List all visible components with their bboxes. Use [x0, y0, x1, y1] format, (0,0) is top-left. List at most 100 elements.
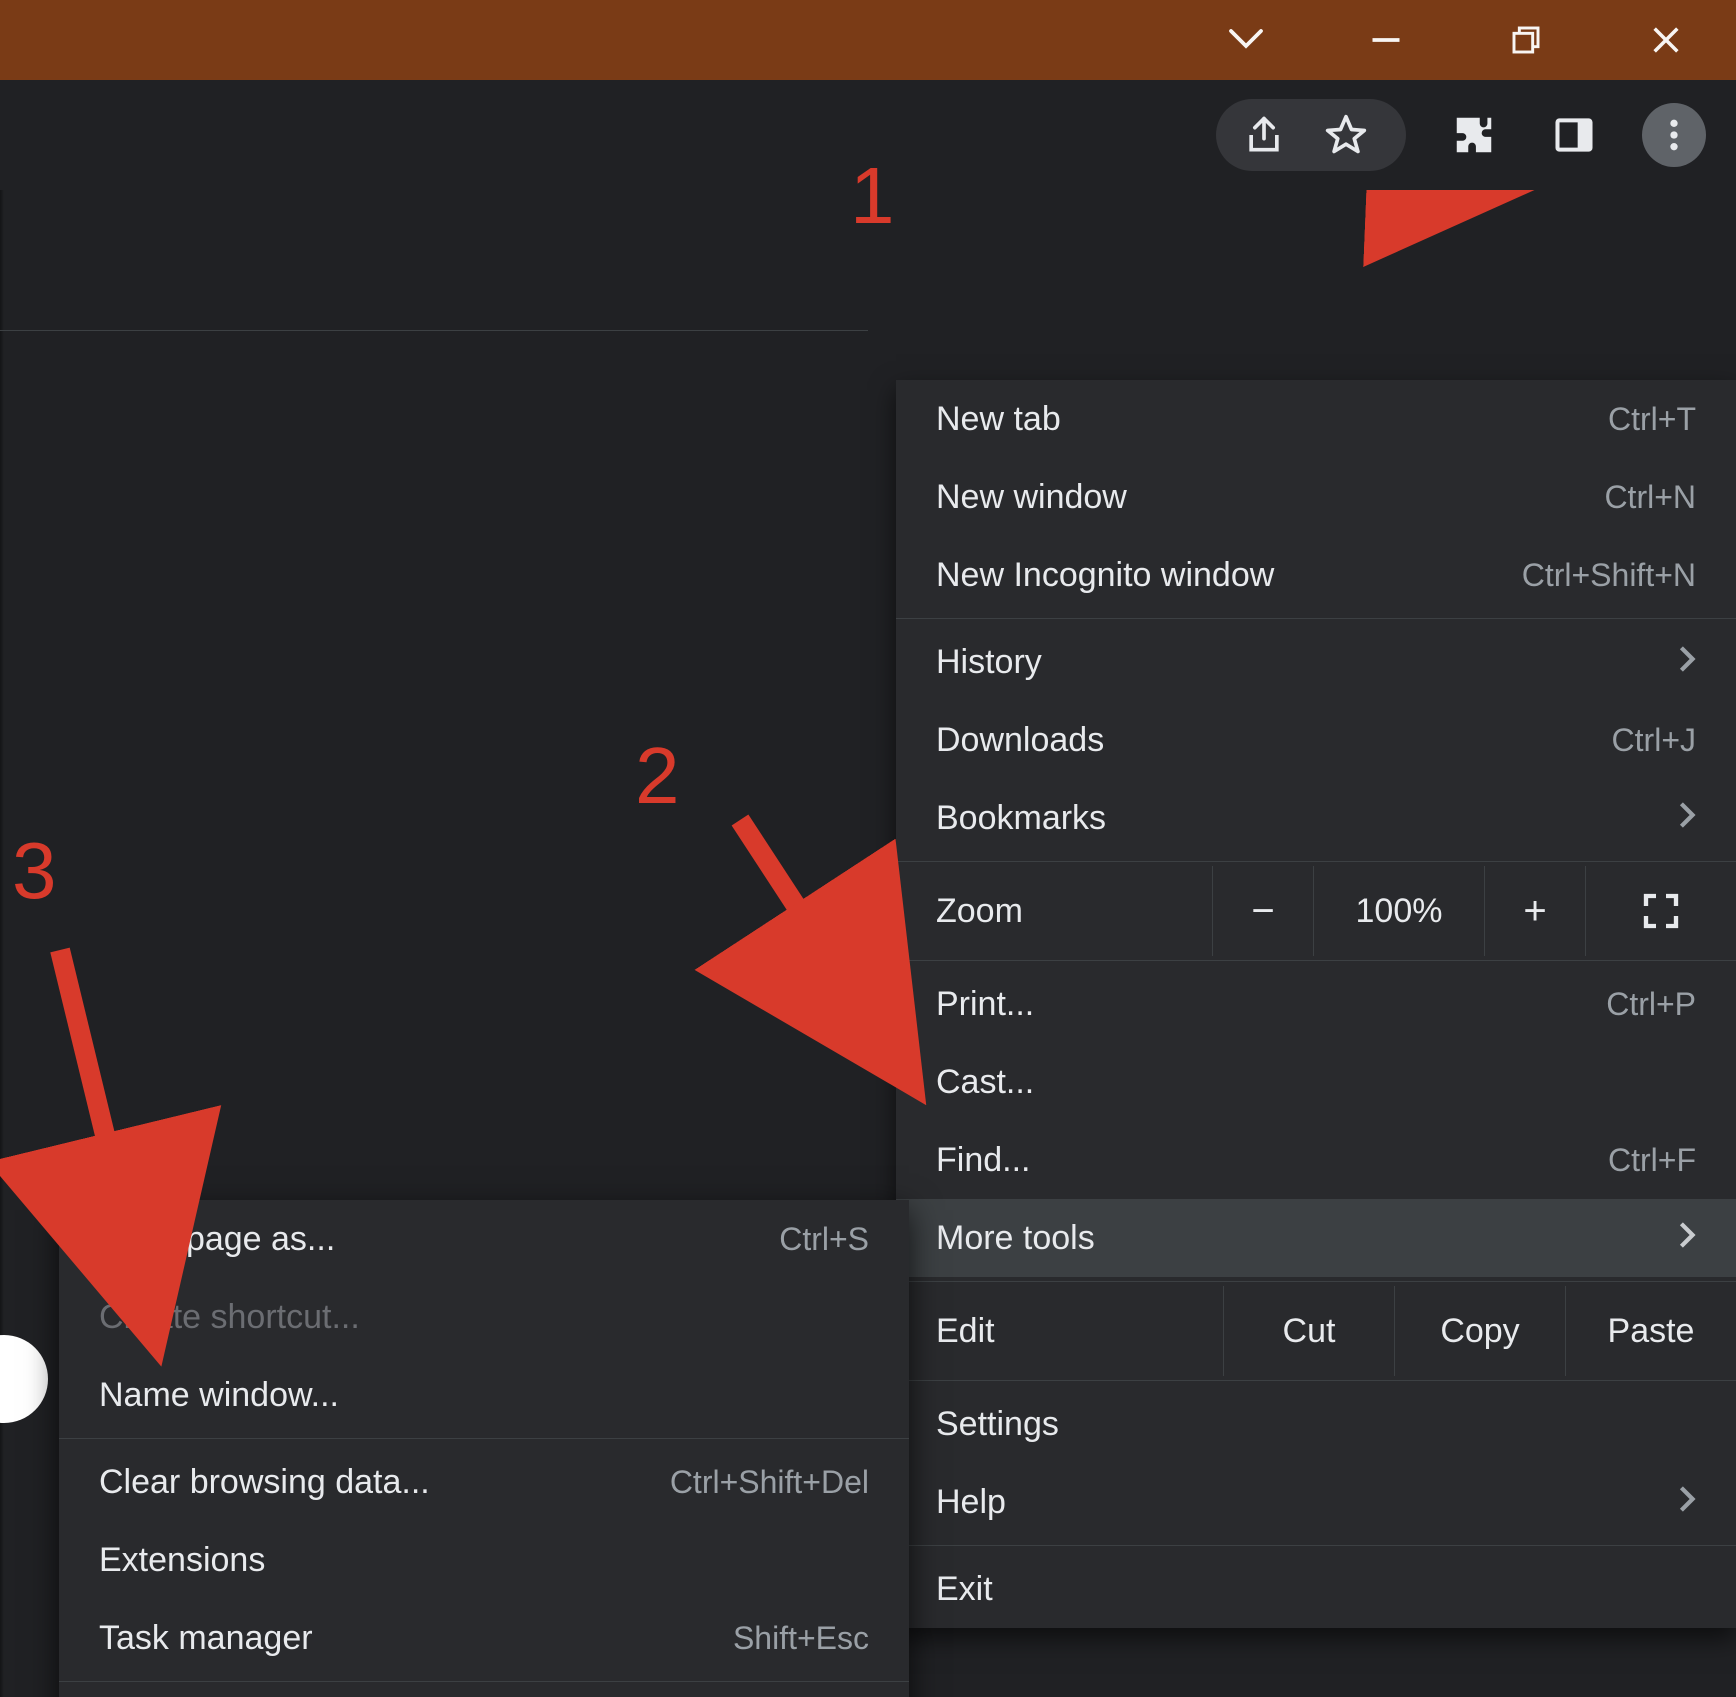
omnibox-actions: [1216, 99, 1406, 171]
menu-edit-row: Edit Cut Copy Paste: [896, 1286, 1736, 1376]
menu-cast[interactable]: Cast...: [896, 1043, 1736, 1121]
menu-item-label: Settings: [936, 1405, 1696, 1444]
dots-vertical-icon: [1654, 115, 1694, 155]
menu-history[interactable]: History: [896, 623, 1736, 701]
submenu-create-shortcut: Create shortcut...: [59, 1278, 909, 1356]
menu-item-shortcut: Ctrl+T: [1608, 401, 1696, 438]
menu-item-label: More tools: [936, 1219, 1678, 1258]
menu-item-label: Create shortcut...: [99, 1298, 869, 1337]
menu-separator: [896, 1380, 1736, 1381]
menu-item-label: Downloads: [936, 721, 1612, 760]
menu-item-shortcut: Ctrl+Shift+N: [1522, 557, 1696, 594]
annotation-number-3: 3: [12, 825, 57, 917]
maximize-button[interactable]: [1456, 0, 1596, 80]
close-window-button[interactable]: [1596, 0, 1736, 80]
chrome-main-menu: New tab Ctrl+T New window Ctrl+N New Inc…: [896, 380, 1736, 1628]
side-panel-icon: [1552, 113, 1596, 157]
edit-copy-button[interactable]: Copy: [1394, 1286, 1565, 1376]
menu-item-label: Task manager: [99, 1619, 733, 1658]
menu-item-shortcut: Ctrl+N: [1604, 479, 1696, 516]
menu-separator: [59, 1681, 909, 1682]
menu-item-shortcut: Ctrl+F: [1608, 1142, 1696, 1179]
menu-new-tab[interactable]: New tab Ctrl+T: [896, 380, 1736, 458]
maximize-icon: [1510, 24, 1542, 56]
menu-item-label: Clear browsing data...: [99, 1463, 670, 1502]
menu-new-incognito[interactable]: New Incognito window Ctrl+Shift+N: [896, 536, 1736, 614]
zoom-value: 100%: [1313, 866, 1484, 956]
menu-item-label: Save page as...: [99, 1220, 779, 1259]
menu-zoom-row: Zoom − 100% +: [896, 866, 1736, 956]
menu-separator: [59, 1438, 909, 1439]
zoom-in-button[interactable]: +: [1484, 866, 1585, 956]
menu-item-shortcut: Ctrl+P: [1606, 986, 1696, 1023]
share-button[interactable]: [1232, 103, 1296, 167]
submenu-name-window[interactable]: Name window...: [59, 1356, 909, 1434]
menu-help[interactable]: Help: [896, 1463, 1736, 1541]
menu-more-tools[interactable]: More tools: [896, 1199, 1736, 1277]
titlebar-dropdown-button[interactable]: [1176, 0, 1316, 80]
menu-item-label: Extensions: [99, 1541, 869, 1580]
menu-item-shortcut: Ctrl+S: [779, 1221, 869, 1258]
menu-find[interactable]: Find... Ctrl+F: [896, 1121, 1736, 1199]
submenu-clear-browsing-data[interactable]: Clear browsing data... Ctrl+Shift+Del: [59, 1443, 909, 1521]
menu-item-label: Cast...: [936, 1063, 1696, 1102]
star-icon: [1324, 113, 1368, 157]
chevron-down-icon: [1228, 28, 1264, 52]
menu-item-label: Find...: [936, 1141, 1608, 1180]
submenu-developer-tools[interactable]: Developer tools Ctrl+Shift+I: [59, 1686, 909, 1697]
menu-separator: [896, 1545, 1736, 1546]
chevron-right-icon: [1678, 1220, 1696, 1257]
chevron-right-icon: [1678, 1484, 1696, 1521]
menu-item-label: Exit: [936, 1570, 1696, 1609]
window-titlebar: [0, 0, 1736, 80]
minimize-icon: [1368, 22, 1404, 58]
submenu-extensions[interactable]: Extensions: [59, 1521, 909, 1599]
chevron-right-icon: [1678, 800, 1696, 837]
menu-print[interactable]: Print... Ctrl+P: [896, 965, 1736, 1043]
fullscreen-icon: [1641, 891, 1681, 931]
annotation-number-2: 2: [635, 730, 680, 822]
menu-bookmarks[interactable]: Bookmarks: [896, 779, 1736, 857]
menu-separator: [896, 960, 1736, 961]
menu-new-window[interactable]: New window Ctrl+N: [896, 458, 1736, 536]
extensions-button[interactable]: [1442, 103, 1506, 167]
menu-separator: [896, 618, 1736, 619]
edit-label: Edit: [896, 1312, 1223, 1351]
menu-item-shortcut: Ctrl+Shift+Del: [670, 1464, 869, 1501]
fullscreen-button[interactable]: [1585, 866, 1736, 956]
page-content: New tab Ctrl+T New window Ctrl+N New Inc…: [0, 190, 1736, 1697]
close-icon: [1649, 23, 1683, 57]
edit-paste-button[interactable]: Paste: [1565, 1286, 1736, 1376]
side-panel-button[interactable]: [1542, 103, 1606, 167]
chrome-menu-button[interactable]: [1642, 103, 1706, 167]
submenu-save-page[interactable]: Save page as... Ctrl+S: [59, 1200, 909, 1278]
menu-separator: [896, 861, 1736, 862]
menu-item-shortcut: Shift+Esc: [733, 1620, 869, 1657]
panel-divider: [0, 330, 868, 331]
puzzle-icon: [1451, 112, 1497, 158]
more-tools-submenu: Save page as... Ctrl+S Create shortcut..…: [59, 1200, 909, 1697]
menu-downloads[interactable]: Downloads Ctrl+J: [896, 701, 1736, 779]
zoom-label: Zoom: [896, 892, 1212, 931]
menu-item-label: New tab: [936, 400, 1608, 439]
zoom-out-button[interactable]: −: [1212, 866, 1313, 956]
menu-item-label: Name window...: [99, 1376, 869, 1415]
chevron-right-icon: [1678, 644, 1696, 681]
submenu-task-manager[interactable]: Task manager Shift+Esc: [59, 1599, 909, 1677]
minimize-button[interactable]: [1316, 0, 1456, 80]
menu-item-label: New window: [936, 478, 1604, 517]
share-icon: [1242, 113, 1286, 157]
menu-item-label: Bookmarks: [936, 799, 1678, 838]
bookmark-button[interactable]: [1314, 103, 1378, 167]
edit-cut-button[interactable]: Cut: [1223, 1286, 1394, 1376]
menu-settings[interactable]: Settings: [896, 1385, 1736, 1463]
menu-item-label: Print...: [936, 985, 1606, 1024]
floating-circle: [0, 1335, 48, 1423]
left-shadow: [0, 190, 4, 1697]
menu-exit[interactable]: Exit: [896, 1550, 1736, 1628]
annotation-number-1: 1: [850, 150, 895, 242]
menu-item-shortcut: Ctrl+J: [1612, 722, 1696, 759]
menu-separator: [896, 1281, 1736, 1282]
menu-item-label: Help: [936, 1483, 1678, 1522]
menu-item-label: New Incognito window: [936, 556, 1522, 595]
